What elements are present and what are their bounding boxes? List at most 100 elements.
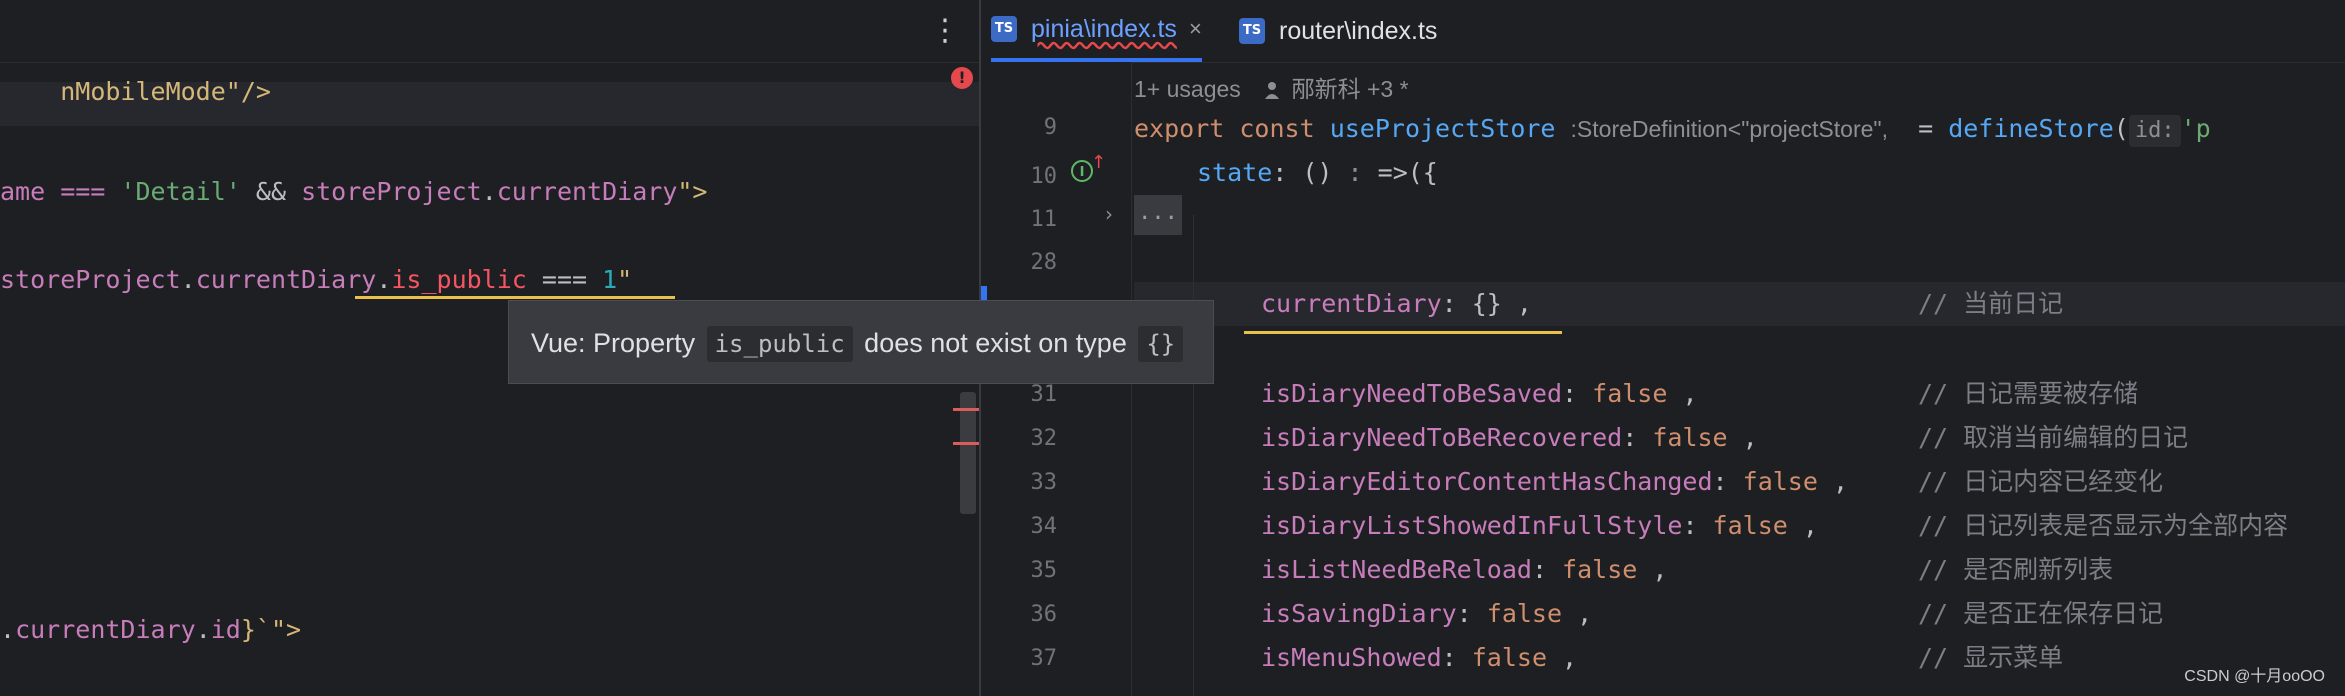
folded-region[interactable]: ... [1134,195,1182,235]
line-comment: // 日记需要被存储 [1918,379,2139,408]
tab-router-index[interactable]: TS router\index.ts [1239,0,1437,62]
author-hint[interactable]: 邴新科 +3 * [1292,76,1409,102]
code-token: : [1712,467,1743,496]
code-token: && [240,177,302,206]
code-token: }`"> [240,615,302,644]
tab-label: pinia\index.ts [1031,14,1177,43]
code-token: , [1787,511,1818,540]
error-stripe-marker[interactable] [953,442,979,445]
code-token: . [0,615,16,644]
code-token: storeProject [301,177,482,206]
code-token: , [1667,379,1698,408]
warning-underline [1244,331,1562,334]
implemented-icon[interactable]: I [1071,160,1093,182]
property-value: false [1592,379,1668,408]
property-value: false [1742,467,1818,496]
code-token: , [1562,599,1593,628]
line-comment: // 日记内容已经变化 [1918,467,2164,496]
property-name: isMenuShowed [1261,643,1442,672]
state-row[interactable]: isDiaryEditorContentHasChanged: false , [1261,462,1848,502]
line-comment: // 当前日记 [1918,289,2064,318]
code-token: . [376,265,392,294]
error-stripe-marker[interactable] [953,408,979,411]
property-name: isDiaryNeedToBeRecovered [1261,423,1623,452]
property-name: isDiaryNeedToBeSaved [1261,379,1563,408]
error-icon[interactable]: ! [951,67,973,89]
code-token: , [1817,467,1849,496]
line-number: 32 [1030,426,1058,451]
property-value: false [1471,643,1547,672]
code-token: currentDiary [195,265,377,294]
code-token: : [1441,643,1472,672]
code-token: . [481,177,497,206]
state-row[interactable]: isDiaryNeedToBeRecovered: false , [1261,418,1758,458]
state-row[interactable]: isMenuShowed: false , [1261,638,1577,678]
line-comment: // 是否正在保存日记 [1918,599,2164,628]
code-token: 1 [602,265,618,294]
code-token: ame === [0,177,121,206]
code-line[interactable]: storeProject.currentDiary.is_public === … [0,262,632,298]
up-arrow-icon: ↑ [1091,152,1107,173]
code-token: , [1501,289,1532,318]
code-token: === [526,265,603,294]
line-number: 36 [1030,602,1058,627]
code-token: : [1531,555,1563,584]
line-comment: // 是否刷新列表 [1918,555,2114,584]
code-token: . [195,615,211,644]
line-comment: // 取消当前编辑的日记 [1918,423,2189,452]
code-token: : [1441,289,1472,318]
code-token: storeProject [0,265,181,294]
error-tooltip: Vue: Property is_public does not exist o… [508,300,1214,384]
code-token: currentDiary [15,615,196,644]
error-token: is_public [391,265,527,294]
ts-file-icon: TS [991,16,1017,42]
code-token: export [1134,114,1225,143]
state-row[interactable]: isSavingDiary: false , [1261,594,1592,634]
code-token: 'p [2180,114,2211,143]
ts-file-icon: TS [1239,18,1265,44]
line-number: 37 [1030,646,1058,671]
property-name: isSavingDiary [1261,599,1457,628]
tooltip-property: is_public [706,326,853,362]
person-icon [1265,82,1280,99]
tab-label: router\index.ts [1279,16,1438,45]
code-line[interactable]: nMobileMode"/> [0,38,271,106]
property-value: false [1486,599,1563,628]
property-name: currentDiary [1261,289,1442,318]
property-name: isDiaryEditorContentHasChanged [1261,467,1713,496]
tooltip-type: {} [1138,326,1184,362]
code-line[interactable]: state: () : =>({ [1197,153,1438,193]
code-line[interactable]: export const useProjectStore :StoreDefin… [1134,109,2211,149]
chevron-right-icon[interactable]: › [1105,202,1113,226]
code-line[interactable]: ame === 'Detail' && storeProject.current… [0,174,707,210]
usages-hint[interactable]: 1+ usages 邴新科 +3 * [1134,70,1409,104]
indent-guide [1193,215,1194,696]
code-token: useProjectStore [1329,114,1556,143]
line-number: 10 [1030,164,1058,189]
code-line[interactable]: .currentDiary.id}`"> [0,612,301,648]
line-number: 11 [1030,207,1058,232]
state-row[interactable]: currentDiary: {} , [1261,284,1532,324]
code-token: nMobileMode"/> [60,77,271,106]
state-row[interactable]: isListNeedBeReload: false , [1261,550,1667,590]
usages-count[interactable]: 1+ usages [1134,76,1241,102]
state-row[interactable]: isDiaryNeedToBeSaved: false , [1261,374,1698,414]
tooltip-text: Vue: Property is_public does not exist o… [531,301,1187,385]
tooltip-middle: does not exist on type [864,328,1127,358]
code-token: : [1622,423,1653,452]
line-comment: // 日记列表是否显示为全部内容 [1918,511,2289,540]
property-name: isListNeedBeReload [1261,555,1532,584]
editor-tab-bar: TS pinia\index.ts × TS router\index.ts [981,0,2345,63]
code-token: const [1239,114,1315,143]
property-value: {} [1471,289,1502,318]
line-number: 35 [1030,558,1058,583]
code-token: defineStore [1948,114,2114,143]
close-icon[interactable]: × [1189,16,1202,42]
more-vertical-icon[interactable]: ⋮ [930,12,960,50]
tooltip-prefix: Vue: Property [531,328,696,358]
line-number: 28 [1030,250,1058,275]
code-token: ( [2113,114,2129,143]
tab-pinia-index[interactable]: TS pinia\index.ts × [991,0,1202,62]
warning-underline [355,296,675,299]
state-row[interactable]: isDiaryListShowedInFullStyle: false , [1261,506,1818,546]
